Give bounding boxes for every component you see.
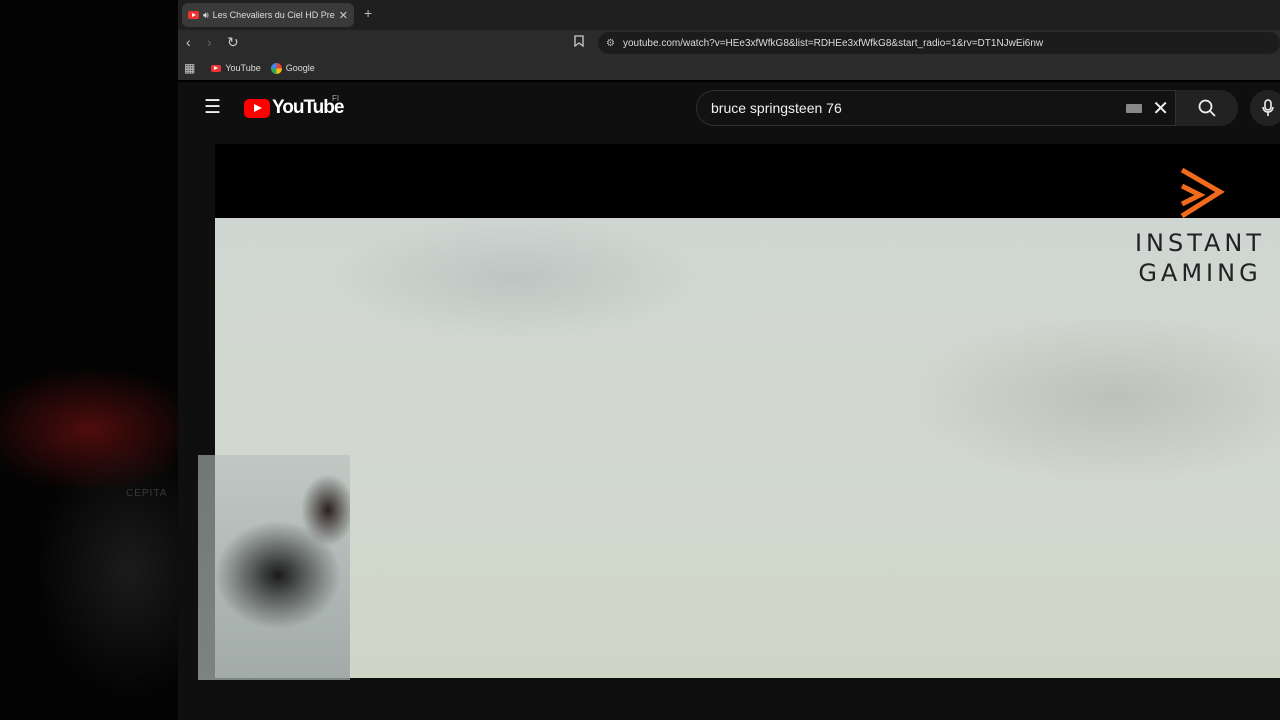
microphone-icon (1262, 99, 1274, 116)
streamer-webcam-feed (198, 455, 350, 680)
keyboard-icon[interactable] (1126, 103, 1143, 113)
watermark-line-1: INSTANT (1134, 229, 1266, 257)
instant-gaming-logo-icon (1180, 167, 1225, 219)
address-bar[interactable]: ⚙︎ youtube.com/watch?v=HEe3xfWfkG8&list=… (598, 32, 1280, 54)
bookmark-icon[interactable] (574, 35, 584, 50)
browser-toolbar: ‹ › ↻ ⚙︎ youtube.com/watch?v=HEe3xfWfkG8… (178, 30, 1280, 56)
menu-icon[interactable]: ☰ (204, 96, 221, 119)
bookmark-label: Google (285, 63, 315, 73)
url-text: youtube.com/watch?v=HEe3xfWfkG8&list=RDH… (622, 37, 1044, 49)
tab-strip: 🔊︎ Les Chevaliers du Ciel HD Pre ✕ + (178, 0, 1280, 30)
voice-search-button[interactable] (1250, 90, 1280, 126)
video-frame (215, 218, 1280, 678)
country-code: FI (332, 94, 340, 103)
bookmark-label: YouTube (225, 63, 261, 73)
search-input[interactable]: bruce springsteen 76 ✕ (696, 90, 1176, 126)
instant-gaming-watermark: INSTANT GAMING (1130, 166, 1270, 288)
google-favicon-icon (270, 62, 282, 74)
clear-search-icon[interactable]: ✕ (1152, 96, 1169, 121)
search-icon (1198, 99, 1216, 117)
tab-title: Les Chevaliers du Ciel HD Pre (212, 10, 335, 20)
search-button[interactable] (1176, 90, 1238, 126)
search-query: bruce springsteen 76 (711, 100, 842, 116)
back-icon[interactable]: ‹ (186, 34, 191, 50)
bookmarks-bar: ▦ YouTube Google (178, 56, 1280, 80)
video-player[interactable]: INSTANT GAMING (215, 144, 1280, 678)
youtube-header: ☰ YouTube FI bruce springsteen 76 ✕ (178, 82, 1280, 134)
forward-icon[interactable]: › (207, 34, 212, 50)
tab-active[interactable]: 🔊︎ Les Chevaliers du Ciel HD Pre ✕ (182, 3, 354, 27)
youtube-logo[interactable]: YouTube (244, 97, 344, 119)
speaker-icon[interactable]: 🔊︎ (203, 10, 209, 21)
apps-grid-icon[interactable]: ▦ (184, 61, 195, 75)
close-tab-icon[interactable]: ✕ (339, 9, 348, 22)
reload-icon[interactable]: ↻ (227, 34, 239, 51)
watermark-line-2: GAMING (1138, 259, 1262, 287)
bookmark-youtube[interactable]: YouTube (211, 63, 261, 73)
bookmark-google[interactable]: Google (270, 62, 315, 74)
site-settings-icon[interactable]: ⚙︎ (606, 38, 615, 49)
youtube-favicon-icon (211, 64, 222, 72)
youtube-favicon-icon (188, 11, 199, 19)
youtube-play-icon (244, 98, 270, 118)
new-tab-icon[interactable]: + (364, 5, 372, 21)
